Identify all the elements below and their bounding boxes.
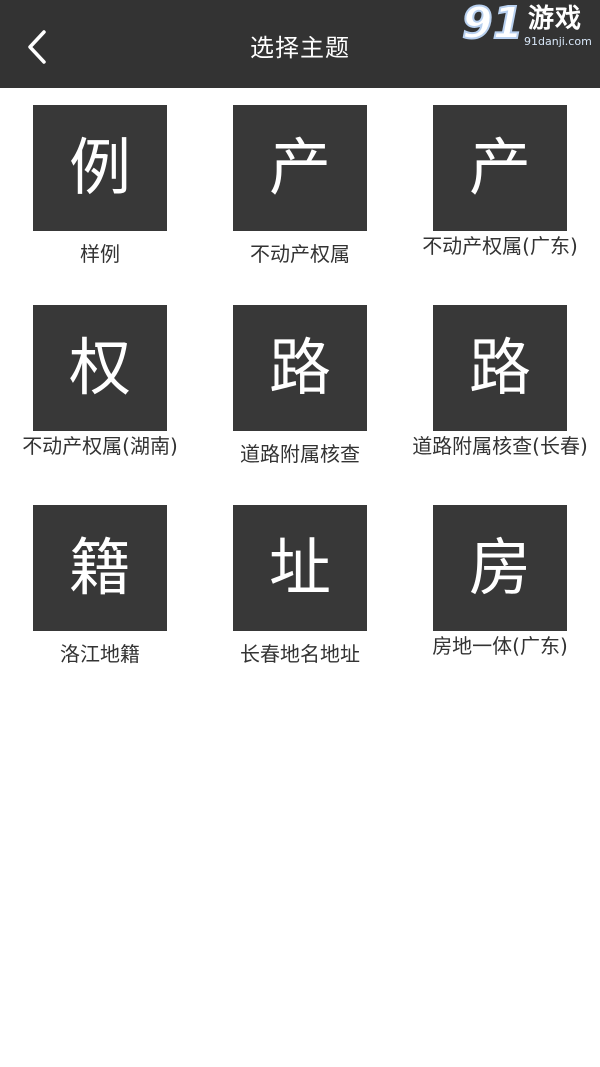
theme-tile-label: 道路附属核查 bbox=[240, 443, 360, 466]
theme-tile-road-check[interactable]: 路 道路附属核查 bbox=[200, 288, 400, 468]
theme-grid: 例 样例 产 不动产权属 产 不动产权属(广东) 权 不动产权属(湖南) 路 道… bbox=[0, 0, 600, 700]
theme-tile-property-rights[interactable]: 产 不动产权属 bbox=[200, 88, 400, 268]
theme-tile-icon: 址 bbox=[233, 505, 367, 631]
theme-tile-property-rights-guangdong[interactable]: 产 不动产权属(广东) bbox=[400, 88, 600, 268]
theme-tile-luojiang-cadastre[interactable]: 籍 洛江地籍 bbox=[0, 488, 200, 668]
theme-tile-label: 道路附属核查(长春) bbox=[412, 435, 588, 458]
theme-tile-property-rights-hunan[interactable]: 权 不动产权属(湖南) bbox=[0, 288, 200, 468]
theme-tile-icon: 产 bbox=[233, 105, 367, 231]
theme-tile-road-check-changchun[interactable]: 路 道路附属核查(长春) bbox=[400, 288, 600, 468]
theme-tile-land-house-guangdong[interactable]: 房 房地一体(广东) bbox=[400, 488, 600, 668]
theme-tile-label: 洛江地籍 bbox=[60, 643, 140, 666]
theme-tile-label: 不动产权属(湖南) bbox=[22, 435, 178, 458]
theme-tile-label: 房地一体(广东) bbox=[432, 635, 568, 658]
theme-tile-label: 样例 bbox=[80, 243, 120, 266]
theme-tile-icon: 例 bbox=[33, 105, 167, 231]
theme-tile-icon: 产 bbox=[433, 105, 567, 231]
theme-tile-icon: 路 bbox=[433, 305, 567, 431]
theme-tile-changchun-address[interactable]: 址 长春地名地址 bbox=[200, 488, 400, 668]
theme-tile-icon: 籍 bbox=[33, 505, 167, 631]
theme-tile-sample[interactable]: 例 样例 bbox=[0, 88, 200, 268]
theme-tile-label: 不动产权属(广东) bbox=[422, 235, 578, 258]
theme-tile-icon: 路 bbox=[233, 305, 367, 431]
theme-tile-label: 不动产权属 bbox=[250, 243, 350, 266]
theme-tile-icon: 权 bbox=[33, 305, 167, 431]
theme-tile-icon: 房 bbox=[433, 505, 567, 631]
theme-tile-label: 长春地名地址 bbox=[240, 643, 360, 666]
